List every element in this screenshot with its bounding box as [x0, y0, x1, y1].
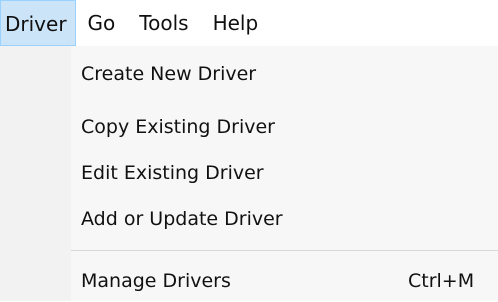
menu-separator — [71, 250, 498, 251]
menu-item-label: Edit Existing Driver — [81, 162, 264, 184]
menu-item-add-or-update-driver[interactable]: Add or Update Driver — [71, 198, 498, 240]
menu-tools[interactable]: Tools — [127, 0, 200, 46]
menu-bar: Driver Go Tools Help — [0, 0, 498, 47]
menu-items-panel: Create New Driver Copy Existing Driver E… — [71, 46, 498, 301]
menu-item-copy-existing-driver[interactable]: Copy Existing Driver — [71, 106, 498, 148]
menu-item-label: Manage Drivers — [81, 270, 231, 292]
menu-help[interactable]: Help — [201, 0, 271, 46]
driver-dropdown-menu: Create New Driver Copy Existing Driver E… — [0, 46, 498, 301]
menu-item-label: Create New Driver — [81, 63, 257, 85]
menu-go[interactable]: Go — [76, 0, 128, 46]
menu-icon-gutter — [0, 46, 71, 301]
menu-item-label: Copy Existing Driver — [81, 116, 275, 138]
menu-item-edit-existing-driver[interactable]: Edit Existing Driver — [71, 152, 498, 194]
menu-item-shortcut: Ctrl+M — [408, 270, 475, 292]
menu-driver[interactable]: Driver — [0, 0, 76, 46]
menu-item-label: Add or Update Driver — [81, 208, 283, 230]
menu-item-manage-drivers[interactable]: Manage Drivers Ctrl+M — [71, 260, 498, 302]
menu-item-create-new-driver[interactable]: Create New Driver — [71, 53, 498, 95]
